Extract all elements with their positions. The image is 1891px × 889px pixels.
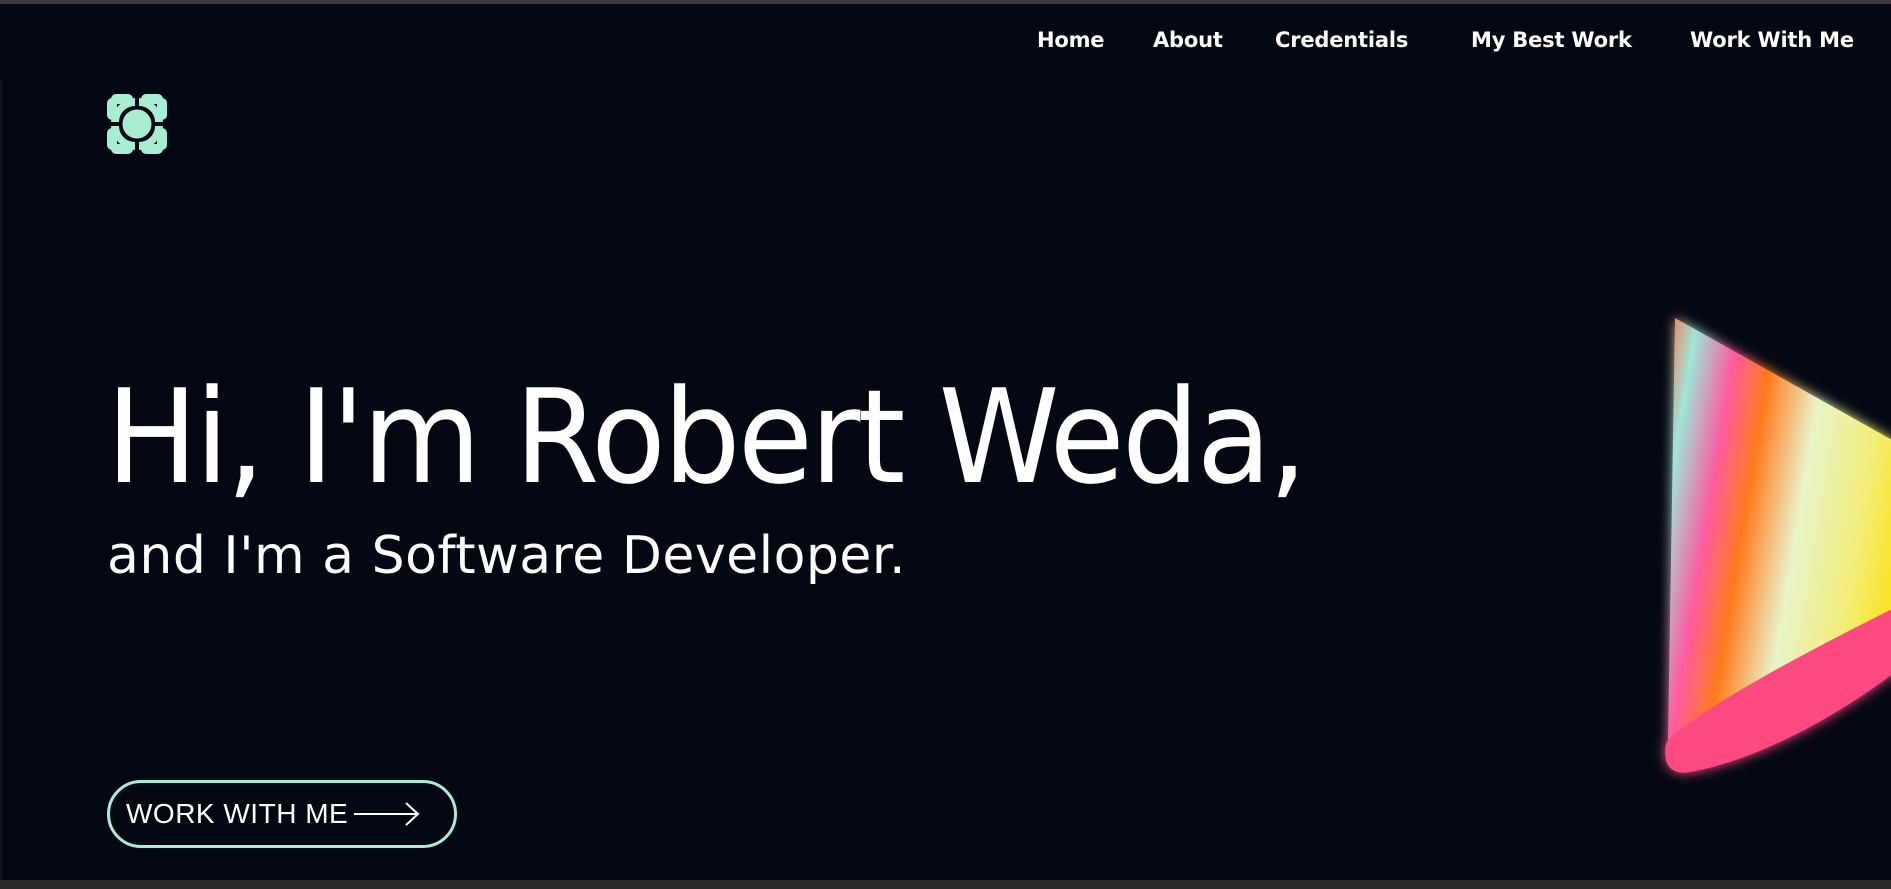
page: Home About Credentials My Best Work Work… <box>0 0 1891 889</box>
page-edge <box>0 80 2 880</box>
nav-home-link[interactable]: Home <box>1037 28 1105 52</box>
hero-title: Hi, I'm Robert Weda, <box>106 361 1308 513</box>
nav-best-work-link[interactable]: My Best Work <box>1471 28 1632 52</box>
nav-about-link[interactable]: About <box>1153 28 1223 52</box>
nav-work-with-me-link[interactable]: Work With Me <box>1690 28 1854 52</box>
cone-illustration <box>1665 318 1891 773</box>
arrow-right-icon <box>354 802 420 826</box>
work-with-me-button[interactable]: WORK WITH ME <box>107 780 457 848</box>
nav-credentials-link[interactable]: Credentials <box>1275 28 1408 52</box>
logo-icon[interactable] <box>107 94 167 154</box>
window-top-border <box>0 0 1891 4</box>
cta-label: WORK WITH ME <box>126 798 349 829</box>
window-bottom-border <box>0 880 1891 889</box>
hero-subtitle: and I'm a Software Developer. <box>107 526 907 586</box>
